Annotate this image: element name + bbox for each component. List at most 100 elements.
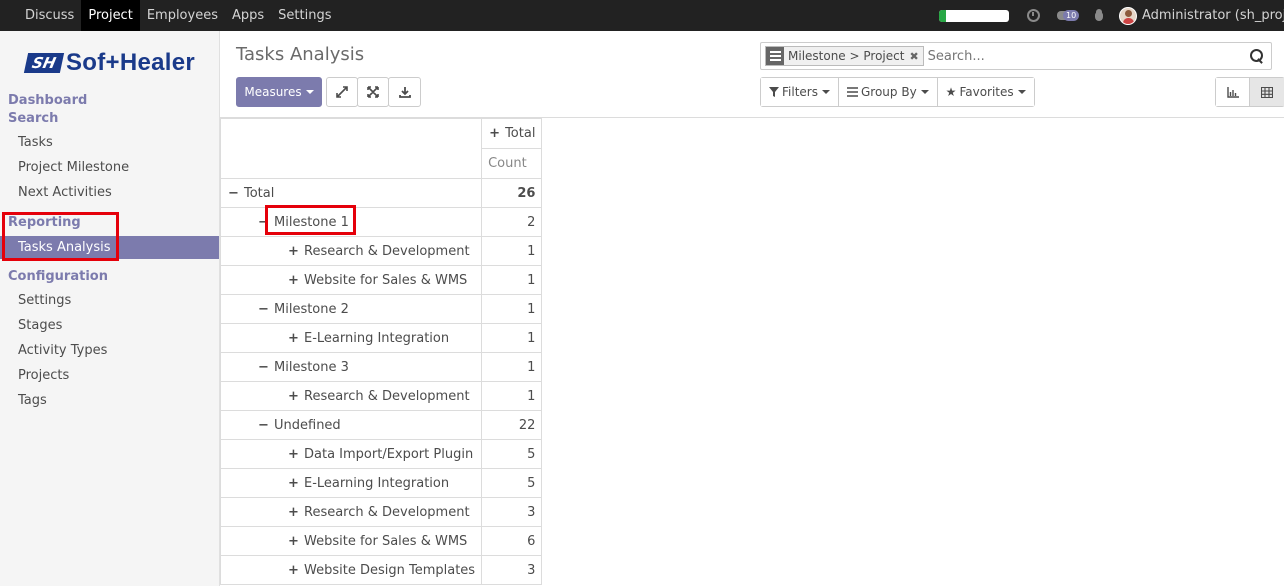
plus-icon: + [489,126,501,141]
minus-icon: − [258,301,269,317]
favorites-label: Favorites [959,85,1014,99]
company-logo: SH Sof+Healer [23,49,196,76]
sidebar-section-search[interactable]: Search [8,111,58,126]
pivot-row-header[interactable]: + Website Design Templates [219,555,483,585]
sidebar-item-tasks[interactable]: Tasks [0,131,219,154]
sidebar-section-configuration[interactable]: Configuration [8,269,108,284]
fullscreen-icon [367,86,379,98]
pivot-row-header[interactable]: − Total [219,178,483,208]
pivot-row-header[interactable]: − Undefined [219,410,483,440]
groupby-button[interactable]: Group By [838,78,938,106]
app-menu: Discuss Project Employees Apps Settings [18,0,338,31]
page-title: Tasks Analysis [236,44,365,65]
logo-text: Sof+Healer [66,49,196,76]
sidebar-item-activity-types[interactable]: Activity Types [0,339,219,362]
sidebar-item-tags[interactable]: Tags [0,389,219,412]
graph-view-button[interactable] [1216,78,1251,106]
pivot-measure-header[interactable]: Count [481,148,543,179]
avatar[interactable] [1119,6,1137,25]
pivot-row-header[interactable]: − Milestone 2 [219,294,483,324]
pivot-cell-count[interactable]: 1 [481,265,543,295]
measures-button[interactable]: Measures [236,77,322,107]
menu-item-employees[interactable]: Employees [140,0,225,31]
pivot-cell-count[interactable]: 1 [481,236,543,266]
table-row: + Research & Development 3 [219,497,543,527]
table-row: + Data Import/Export Plugin 5 [219,439,543,469]
expand-all-button[interactable] [357,77,389,107]
sidebar-item-stages[interactable]: Stages [0,314,219,337]
caret-down-icon [920,90,929,94]
menu-item-apps[interactable]: Apps [225,0,271,31]
pivot-row-header[interactable]: + E-Learning Integration [219,323,483,353]
table-row: + Website for Sales & WMS 1 [219,265,543,295]
clock-icon[interactable] [1027,9,1040,22]
close-icon[interactable]: ✖ [909,50,918,63]
pivot-cell-count[interactable]: 3 [481,555,543,585]
plus-icon: + [288,533,299,549]
pivot-cell-count[interactable]: 1 [481,352,543,382]
row-label: Website for Sales & WMS [304,533,468,549]
menu-item-settings[interactable]: Settings [271,0,338,31]
search-icon[interactable] [1249,48,1265,64]
main-content: Tasks Analysis Measures Milestone > Proj… [219,31,1284,586]
filters-button[interactable]: Filters [761,78,839,106]
pivot-cell-count[interactable]: 1 [481,294,543,324]
search-facet: Milestone > Project ✖ [765,46,924,66]
pivot-cell-count[interactable]: 26 [481,178,543,208]
col-header-label: Total [505,126,536,141]
sidebar-item-projects[interactable]: Projects [0,364,219,387]
pivot-row-header[interactable]: + Data Import/Export Plugin [219,439,483,469]
messages-icon[interactable]: 10 [1057,9,1080,23]
sidebar-item-next-activities[interactable]: Next Activities [0,181,219,204]
table-row: − Milestone 31 [219,352,543,382]
pivot-corner [219,118,483,179]
pivot-cell-count[interactable]: 5 [481,468,543,498]
plus-icon: + [288,243,299,259]
plus-icon: + [288,504,299,520]
highlight-box-milestone [265,205,356,235]
pivot-row-header[interactable]: − Milestone 3 [219,352,483,382]
row-label: Research & Development [304,504,470,520]
highlight-box-reporting [2,212,119,261]
row-label: Website for Sales & WMS [304,272,468,288]
pivot-col-header-total[interactable]: + Total [481,118,543,149]
user-menu[interactable]: Administrator (sh_proje... [1142,8,1284,23]
pivot-row-header[interactable]: + E-Learning Integration [219,468,483,498]
menu-item-project[interactable]: Project [81,0,140,31]
favorites-button[interactable]: ★ Favorites [937,78,1034,106]
logo-mark: SH [23,53,65,73]
sidebar-item-project-milestone[interactable]: Project Milestone [0,156,219,179]
pivot-row-header[interactable]: + Website for Sales & WMS [219,526,483,556]
pivot-row-header[interactable]: + Research & Development [219,381,483,411]
pivot-table: + Total Count − Total 26− Milestone 1 2 + Resea… [219,118,543,585]
pivot-cell-count[interactable]: 6 [481,526,543,556]
pivot-cell-count[interactable]: 22 [481,410,543,440]
minus-icon: − [258,359,269,375]
search-input[interactable] [927,48,1249,64]
systray: 10 Administrator (sh_proje... [939,0,1284,31]
menu-item-discuss[interactable]: Discuss [18,0,81,31]
table-row: + E-Learning Integration 5 [219,468,543,498]
pivot-row-header[interactable]: + Research & Development [219,497,483,527]
bug-icon[interactable] [1093,9,1105,22]
pivot-row-header[interactable]: + Research & Development [219,236,483,266]
download-button[interactable] [388,77,421,107]
minus-icon: − [228,185,239,201]
sidebar-item-settings[interactable]: Settings [0,289,219,312]
table-row: − Undefined 22 [219,410,543,440]
table-row: + Research & Development 1 [219,381,543,411]
pivot-cell-count[interactable]: 2 [481,207,543,237]
progress-bar[interactable] [939,9,1009,22]
pivot-row-header[interactable]: + Website for Sales & WMS [219,265,483,295]
pivot-cell-count[interactable]: 1 [481,381,543,411]
pivot-cell-count[interactable]: 5 [481,439,543,469]
sidebar-section-dashboard[interactable]: Dashboard [8,93,87,108]
pivot-view-button[interactable] [1250,78,1284,106]
pivot-cell-count[interactable]: 1 [481,323,543,353]
control-panel: Tasks Analysis Measures Milestone > Proj… [220,31,1284,118]
sidebar: SH Sof+Healer Dashboard Search Tasks Pro… [0,31,220,586]
pivot-cell-count[interactable]: 3 [481,497,543,527]
row-label: Research & Development [304,243,470,259]
flip-axis-button[interactable] [326,77,358,107]
table-row: − Milestone 21 [219,294,543,324]
